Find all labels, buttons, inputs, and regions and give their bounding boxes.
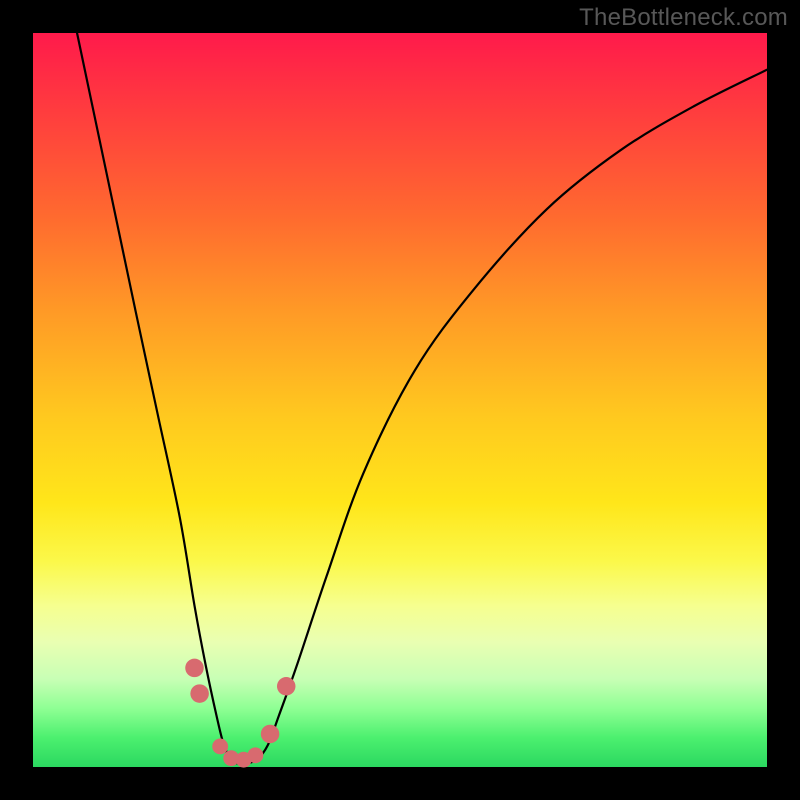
chart-frame: TheBottleneck.com — [0, 0, 800, 800]
watermark-text: TheBottleneck.com — [579, 4, 788, 32]
curve-marker — [277, 677, 296, 696]
curve-marker — [261, 725, 280, 744]
curve-marker — [247, 747, 263, 763]
chart-svg — [33, 33, 767, 767]
curve-marker — [185, 659, 204, 678]
curve-marker — [212, 739, 228, 755]
bottleneck-curve — [77, 33, 767, 764]
curve-marker — [190, 684, 209, 703]
